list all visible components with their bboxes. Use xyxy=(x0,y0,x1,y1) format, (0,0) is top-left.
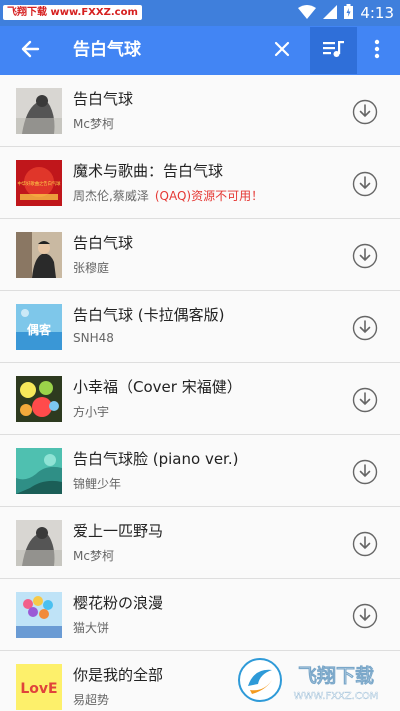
cover-caption: LovE xyxy=(20,681,57,697)
download-icon xyxy=(352,459,378,485)
song-title: 告白气球 (卡拉偶客版) xyxy=(73,306,225,324)
song-artist: Mc梦柯 xyxy=(73,549,114,563)
download-icon xyxy=(352,387,378,413)
signal-icon xyxy=(323,4,338,23)
battery-icon xyxy=(344,3,354,23)
album-cover xyxy=(16,448,62,494)
song-artist: 方小宇 xyxy=(73,405,110,419)
song-row[interactable]: 偶客 告白气球 (卡拉偶客版) SNH48 xyxy=(0,291,400,363)
download-icon xyxy=(352,243,378,269)
unavailable-warning: (QAQ)资源不可用！ xyxy=(154,189,264,203)
download-icon xyxy=(352,603,378,629)
download-button[interactable] xyxy=(352,459,378,485)
back-button[interactable] xyxy=(10,31,50,71)
song-row[interactable]: 告白气球脸 (piano ver.) 锦鲤少年 xyxy=(0,435,400,507)
download-icon xyxy=(352,99,378,125)
album-cover: LovE xyxy=(16,664,62,710)
clock-time: 4:13 xyxy=(360,4,394,22)
download-button[interactable] xyxy=(352,387,378,413)
album-cover xyxy=(16,520,62,566)
download-icon xyxy=(352,531,378,557)
song-artist: 张穆庭 xyxy=(73,261,110,275)
song-artist: SNH48 xyxy=(73,331,114,345)
song-artist: Mc梦柯 xyxy=(73,117,114,131)
song-title: 告白气球脸 (piano ver.) xyxy=(73,450,239,468)
download-button[interactable] xyxy=(352,243,378,269)
download-icon xyxy=(352,315,378,341)
song-list: 告白气球 Mc梦柯 中华好歌曲之告白气球 魔术与歌曲：告白气球 周杰伦,蔡威泽(… xyxy=(0,75,400,711)
song-row[interactable]: 告白气球 Mc梦柯 xyxy=(0,75,400,147)
playlist-icon xyxy=(322,40,345,62)
arrow-left-icon xyxy=(20,39,40,63)
status-bar: 飞翔下载 www.FXXZ.com 4:13 xyxy=(0,0,400,26)
song-row[interactable]: 小幸福（Cover 宋福健） 方小宇 xyxy=(0,363,400,435)
clear-search-button[interactable] xyxy=(262,31,302,71)
song-row[interactable]: 告白气球 张穆庭 xyxy=(0,219,400,291)
download-button[interactable] xyxy=(352,531,378,557)
watermark-label: 飞翔下载 www.FXXZ.com xyxy=(3,5,142,20)
cover-caption: 偶客 xyxy=(27,322,52,337)
song-artist: 易超势 xyxy=(73,693,110,707)
album-cover xyxy=(16,376,62,422)
download-icon xyxy=(352,171,378,197)
album-cover xyxy=(16,232,62,278)
song-title: 魔术与歌曲：告白气球 xyxy=(73,162,224,180)
song-row[interactable]: 樱花粉の浪漫 猫大饼 xyxy=(0,579,400,651)
song-title: 你是我的全部 xyxy=(73,666,164,684)
corner-watermark-logo: 飞翔下载 WWW.FXXZ.COM xyxy=(236,654,396,706)
close-icon xyxy=(274,41,290,61)
song-artist: 周杰伦,蔡威泽 (QAQ)资源不可用！ xyxy=(73,189,264,203)
song-row[interactable]: 中华好歌曲之告白气球 魔术与歌曲：告白气球 周杰伦,蔡威泽 (QAQ)资源不可用！ xyxy=(0,147,400,219)
more-vertical-icon xyxy=(374,39,380,63)
logo-url-text: WWW.FXXZ.COM xyxy=(294,691,379,702)
album-cover: 偶客 xyxy=(16,304,62,350)
download-button[interactable] xyxy=(352,315,378,341)
download-button[interactable] xyxy=(352,603,378,629)
album-cover: 中华好歌曲之告白气球 xyxy=(16,160,62,206)
more-options-button[interactable] xyxy=(360,31,394,71)
search-toolbar: 告白气球 xyxy=(0,26,400,75)
wifi-icon xyxy=(298,4,317,23)
status-icons: 4:13 xyxy=(298,0,394,26)
song-title: 樱花粉の浪漫 xyxy=(73,594,164,612)
album-cover xyxy=(16,88,62,134)
song-artist: 锦鲤少年 xyxy=(73,477,122,491)
song-row[interactable]: 爱上一匹野马 Mc梦柯 xyxy=(0,507,400,579)
album-cover xyxy=(16,592,62,638)
song-title: 爱上一匹野马 xyxy=(73,522,164,540)
cover-caption: 中华好歌曲之告白气球 xyxy=(18,180,62,187)
song-title: 告白气球 xyxy=(73,90,134,108)
search-query-text[interactable]: 告白气球 xyxy=(73,26,141,75)
logo-brand-text: 飞翔下载 xyxy=(298,664,374,687)
song-title: 小幸福（Cover 宋福健） xyxy=(73,378,242,396)
song-title: 告白气球 xyxy=(73,234,134,252)
download-button[interactable] xyxy=(352,171,378,197)
playlist-button[interactable] xyxy=(310,27,357,74)
download-button[interactable] xyxy=(352,99,378,125)
song-artist: 猫大饼 xyxy=(73,621,110,635)
